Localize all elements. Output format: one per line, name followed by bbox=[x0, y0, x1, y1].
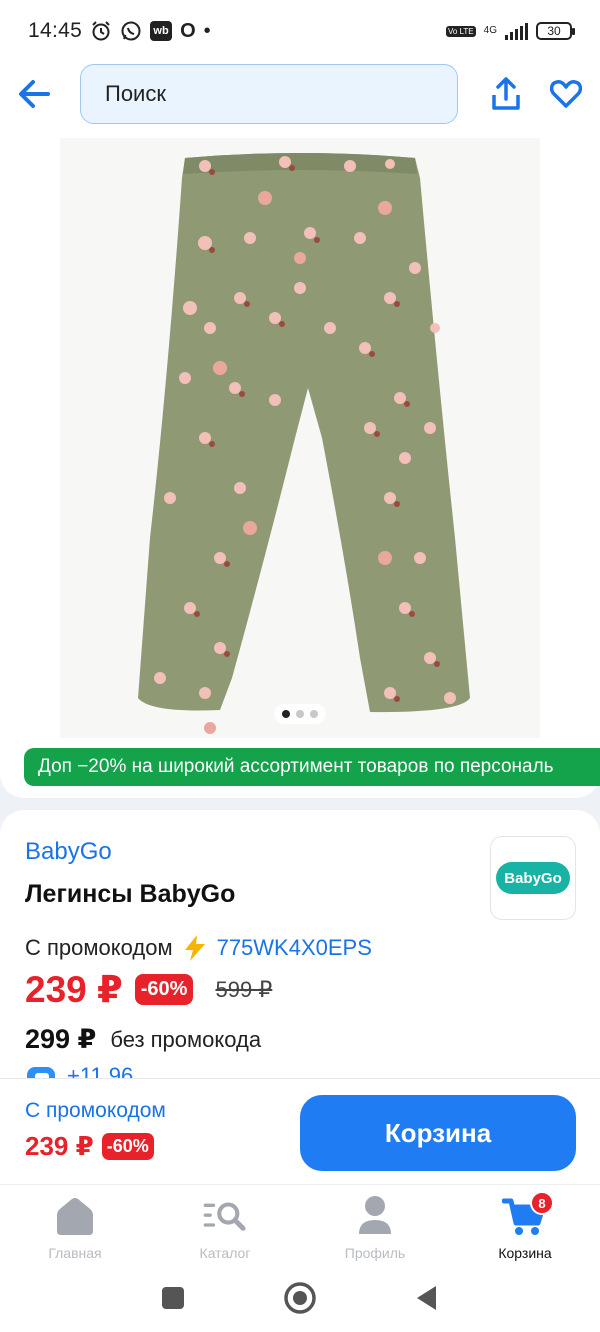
alarm-icon bbox=[90, 20, 112, 42]
product-photo[interactable] bbox=[60, 138, 540, 738]
dot-icon: • bbox=[203, 19, 211, 42]
cart-count-badge: 8 bbox=[530, 1191, 554, 1215]
signal-icon bbox=[505, 22, 528, 40]
share-icon bbox=[492, 77, 520, 110]
buy-price-row: 239 ₽ -60% bbox=[25, 1131, 154, 1162]
product-gallery[interactable]: Доп −20% на широкий ассортимент товаров … bbox=[0, 128, 600, 798]
nav-label: Профиль bbox=[344, 1245, 406, 1261]
nav-item-home[interactable]: Главная bbox=[0, 1185, 150, 1264]
recents-icon bbox=[162, 1287, 185, 1309]
add-to-cart-button[interactable]: Корзина bbox=[300, 1095, 576, 1171]
promo-code[interactable]: 775WK4X0EPS bbox=[217, 935, 372, 961]
search-placeholder: Поиск bbox=[105, 81, 166, 106]
arrow-left-icon bbox=[19, 80, 50, 108]
brand-logo-text: BabyGo bbox=[496, 862, 570, 894]
nav-item-catalog[interactable]: Каталог bbox=[150, 1185, 300, 1264]
brand-link[interactable]: BabyGo bbox=[25, 838, 112, 866]
profile-icon bbox=[352, 1193, 398, 1239]
without-promo-label: без промокода bbox=[110, 1026, 262, 1052]
home-icon bbox=[52, 1193, 98, 1239]
promo-code-line: С промокодом 775WK4X0EPS bbox=[25, 934, 372, 962]
price-with-promo: 239 ₽ bbox=[25, 969, 123, 1010]
price-row: 239 ₽ -60% 599 ₽ bbox=[25, 968, 272, 1011]
bottom-nav: Главная Каталог Профиль 8 Корзина bbox=[0, 1184, 600, 1264]
share-button[interactable] bbox=[486, 74, 526, 114]
promo-label: С промокодом bbox=[25, 935, 173, 960]
status-time: 14:45 bbox=[28, 19, 83, 42]
network-type: 4G bbox=[483, 25, 497, 36]
back-triangle-icon bbox=[416, 1286, 436, 1310]
buy-discount-badge: -60% bbox=[101, 1133, 154, 1160]
whatsapp-icon bbox=[120, 20, 142, 42]
gallery-dot[interactable] bbox=[310, 710, 318, 718]
opera-icon: O bbox=[180, 19, 196, 42]
price-without-promo-row: 299 ₽ без промокода bbox=[25, 1024, 261, 1055]
nav-item-profile[interactable]: Профиль bbox=[300, 1185, 450, 1264]
status-left: 14:45 wb O • bbox=[28, 19, 211, 43]
battery-icon: 30 bbox=[536, 22, 575, 40]
nav-label: Каталог bbox=[199, 1245, 251, 1261]
discount-badge: -60% bbox=[134, 974, 194, 1005]
lightning-icon bbox=[184, 935, 205, 961]
home-system-button[interactable] bbox=[280, 1278, 320, 1318]
price-without-promo: 299 ₽ bbox=[25, 1024, 97, 1054]
favorite-button[interactable] bbox=[546, 74, 586, 114]
top-header: Поиск bbox=[0, 62, 600, 128]
search-input[interactable]: Поиск bbox=[80, 64, 458, 124]
status-right: Vo LTE 4G 30 bbox=[446, 22, 575, 40]
nav-label: Главная bbox=[48, 1245, 102, 1261]
volte-icon: Vo LTE bbox=[446, 25, 476, 37]
brand-logo[interactable]: BabyGo bbox=[490, 836, 576, 920]
back-system-button[interactable] bbox=[407, 1278, 447, 1318]
system-nav bbox=[0, 1264, 600, 1332]
back-button[interactable] bbox=[14, 74, 54, 114]
leggings-image bbox=[60, 138, 540, 738]
buy-price: 239 ₽ bbox=[25, 1131, 94, 1161]
promo-banner-text: Доп −20% на широкий ассортимент товаров … bbox=[38, 756, 554, 777]
status-bar: 14:45 wb O • Vo LTE 4G 30 bbox=[0, 0, 600, 62]
old-price: 599 ₽ bbox=[215, 976, 273, 1002]
home-circle-icon bbox=[284, 1282, 316, 1314]
nav-label: Корзина bbox=[498, 1245, 552, 1261]
gallery-pagination bbox=[274, 704, 326, 724]
gallery-dot[interactable] bbox=[282, 710, 290, 718]
wb-icon: wb bbox=[150, 21, 173, 41]
nav-item-cart[interactable]: 8 Корзина bbox=[450, 1185, 600, 1264]
catalog-search-icon bbox=[202, 1193, 248, 1239]
product-info-card: BabyGo Легинсы BabyGo BabyGo С промокодо… bbox=[0, 810, 600, 1090]
recents-button[interactable] bbox=[153, 1278, 193, 1318]
screen: 14:45 wb O • Vo LTE 4G 30 Поиск Доп −20%… bbox=[0, 0, 600, 1332]
buy-bar: С промокодом 239 ₽ -60% Корзина bbox=[0, 1078, 600, 1184]
cart-icon: 8 bbox=[502, 1191, 554, 1239]
promo-banner[interactable]: Доп −20% на широкий ассортимент товаров … bbox=[24, 748, 600, 786]
heart-icon bbox=[550, 80, 582, 108]
product-title: Легинсы BabyGo bbox=[25, 880, 236, 908]
gallery-dot[interactable] bbox=[296, 710, 304, 718]
buy-promo-label: С промокодом bbox=[25, 1099, 166, 1122]
